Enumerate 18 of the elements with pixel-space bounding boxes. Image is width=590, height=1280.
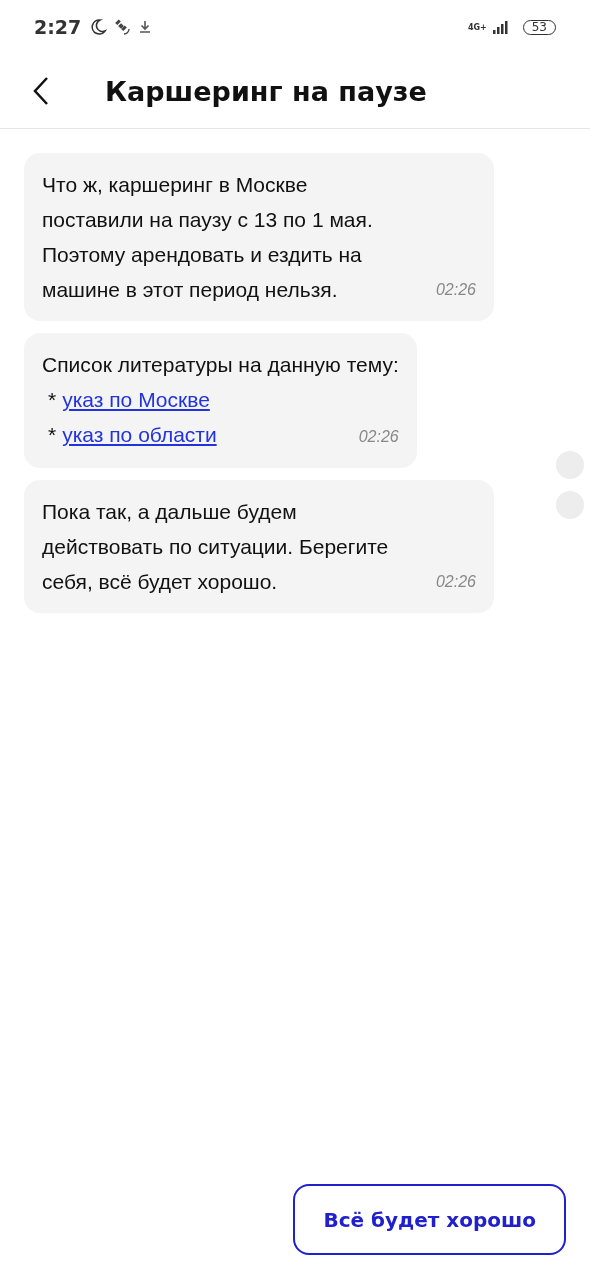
message-link[interactable]: указ по Москве: [62, 382, 210, 417]
status-time: 2:27: [34, 16, 82, 38]
bullet-mark: *: [48, 387, 57, 413]
message-text: Список литературы на данную тему:: [42, 352, 399, 378]
satellite-icon: [113, 18, 132, 36]
quick-reply-button[interactable]: Всё будет хорошо: [293, 1184, 566, 1255]
network-type: 4G+: [467, 22, 487, 32]
page-title: Каршеринг на паузе: [105, 75, 427, 107]
message-time: 02:26: [357, 427, 399, 447]
message-text: Что ж, каршеринг в Москве поставили на паузу с 13 по 1 мая. Поэтому арендовать и ездить на машине в этот период нельзя.: [42, 172, 374, 303]
message-time: 02:26: [435, 280, 476, 300]
back-button[interactable]: [33, 76, 49, 106]
bullet-mark: *: [48, 422, 57, 448]
message-time: 02:26: [435, 572, 476, 592]
message-text: Пока так, а дальше будем действовать по ситуации. Берегите себя, всё будет хорошо.: [42, 499, 390, 595]
moon-icon: [89, 18, 108, 36]
signal-icon: [492, 20, 511, 34]
message-link[interactable]: указ по области: [62, 417, 217, 452]
